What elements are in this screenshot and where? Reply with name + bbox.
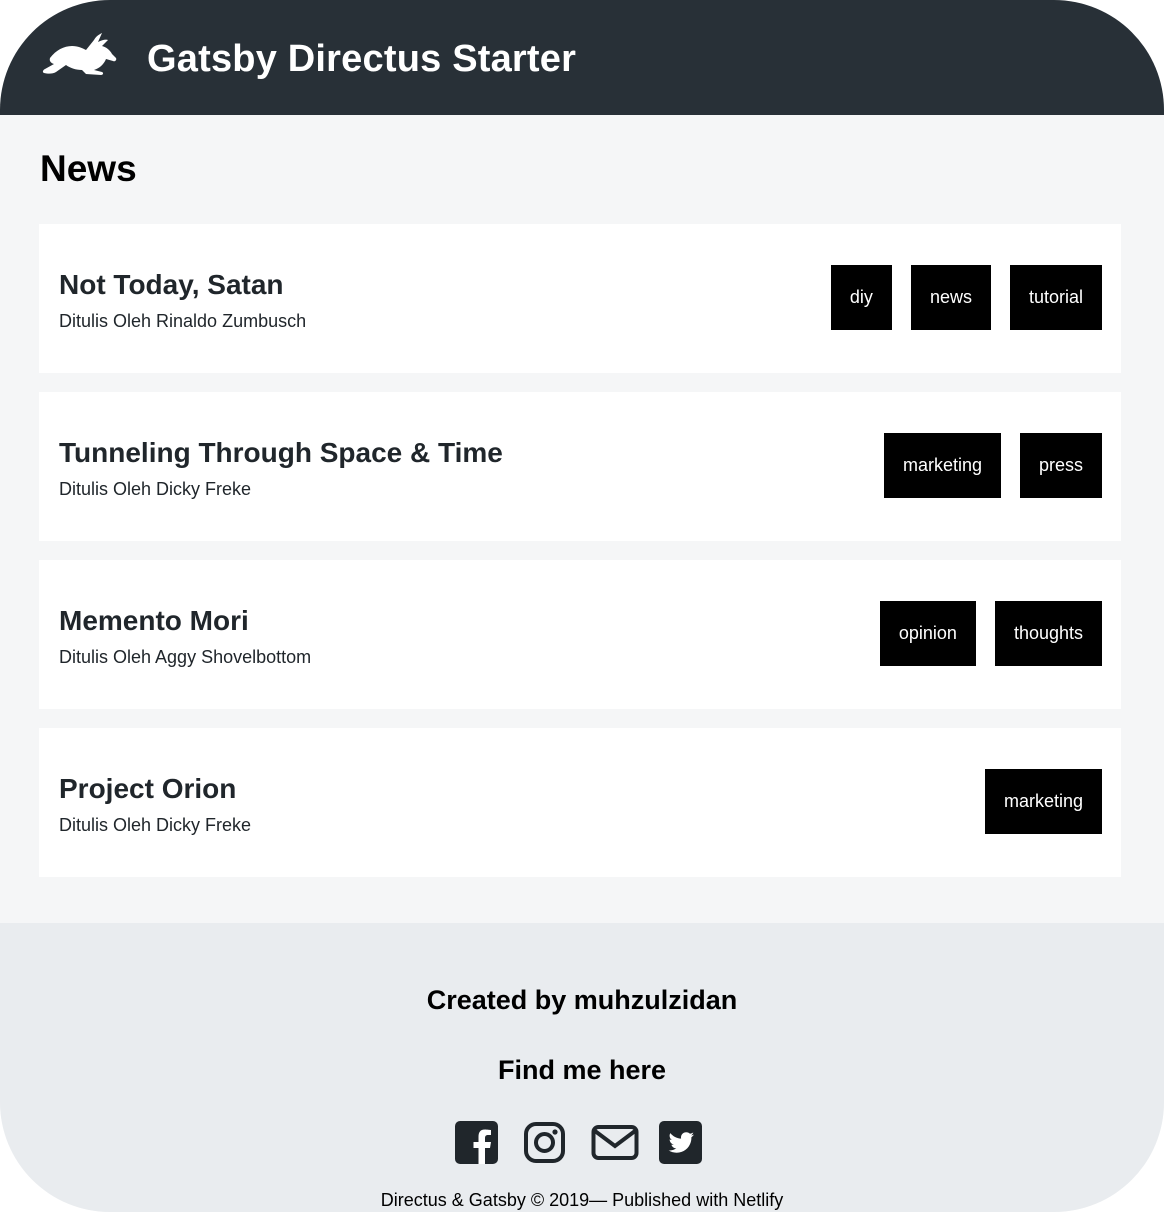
footer-find-me: Find me here <box>497 1055 667 1085</box>
tag-button[interactable]: news <box>910 265 991 330</box>
site-footer: Created by muhzulzidan Find me here Dire… <box>0 923 1164 1212</box>
email-link[interactable] <box>591 1121 639 1164</box>
tag-button[interactable]: marketing <box>883 433 1001 498</box>
twitter-link[interactable] <box>659 1121 702 1164</box>
page-title: News <box>40 148 137 189</box>
post-tags: marketing press <box>883 433 1102 498</box>
tag-button[interactable]: tutorial <box>1009 265 1102 330</box>
rabbit-logo-icon <box>42 33 117 75</box>
site-title[interactable]: Gatsby Directus Starter <box>147 36 576 82</box>
post-title[interactable]: Not Today, Satan <box>59 268 284 302</box>
post-tags: marketing <box>984 769 1102 834</box>
page-frame: Gatsby Directus Starter News Not Today, … <box>0 0 1164 1212</box>
email-icon <box>591 1125 639 1160</box>
post-card[interactable]: Project Orion Ditulis Oleh Dicky Freke m… <box>39 728 1121 877</box>
tag-button[interactable]: thoughts <box>994 601 1102 666</box>
post-title[interactable]: Memento Mori <box>59 604 249 638</box>
post-tags: diy news tutorial <box>830 265 1102 330</box>
post-title[interactable]: Tunneling Through Space & Time <box>59 436 503 470</box>
post-title[interactable]: Project Orion <box>59 772 236 806</box>
twitter-icon <box>659 1121 702 1164</box>
facebook-icon <box>455 1121 498 1164</box>
site-header: Gatsby Directus Starter <box>0 0 1164 115</box>
post-card[interactable]: Not Today, Satan Ditulis Oleh Rinaldo Zu… <box>39 224 1121 373</box>
post-author: Ditulis Oleh Aggy Shovelbottom <box>59 647 312 667</box>
post-card[interactable]: Tunneling Through Space & Time Ditulis O… <box>39 392 1121 541</box>
home-logo-link[interactable] <box>42 30 118 76</box>
post-author: Ditulis Oleh Rinaldo Zumbusch <box>59 311 307 331</box>
tag-button[interactable]: press <box>1019 433 1102 498</box>
post-card[interactable]: Memento Mori Ditulis Oleh Aggy Shovelbot… <box>39 560 1121 709</box>
tag-button[interactable]: marketing <box>984 769 1102 834</box>
post-tags: opinion thoughts <box>879 601 1102 666</box>
instagram-icon <box>524 1122 565 1163</box>
facebook-link[interactable] <box>455 1121 498 1164</box>
copyright-text: Directus & Gatsby © 2019— Published with… <box>380 1190 784 1210</box>
tag-button[interactable]: diy <box>830 265 892 330</box>
tag-button[interactable]: opinion <box>879 601 976 666</box>
post-author: Ditulis Oleh Dicky Freke <box>59 815 252 835</box>
post-author: Ditulis Oleh Dicky Freke <box>59 479 252 499</box>
instagram-link[interactable] <box>523 1121 566 1164</box>
footer-credit: Created by muhzulzidan <box>426 985 738 1015</box>
social-links <box>455 1121 702 1164</box>
